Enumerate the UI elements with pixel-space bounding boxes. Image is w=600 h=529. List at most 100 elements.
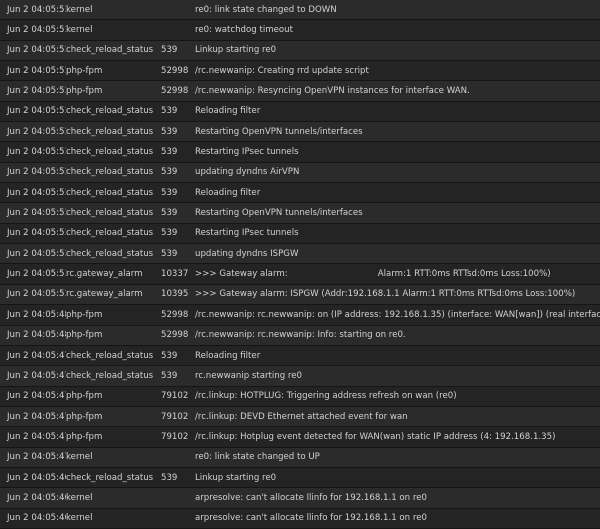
log-pid: 539	[161, 208, 178, 219]
log-time: Jun 2 04:05:46	[7, 513, 66, 524]
log-time: Jun 2 04:05:51	[7, 269, 66, 280]
log-process: php-fpm	[66, 330, 103, 341]
log-row: Jun 2 04:05:51 check_reload_status 539 R…	[0, 122, 600, 143]
log-time: Jun 2 04:05:48	[7, 330, 66, 341]
log-row: Jun 2 04:05:47 check_reload_status 539 r…	[0, 366, 600, 387]
log-pid: 539	[161, 106, 178, 117]
log-message: Restarting IPsec tunnels	[195, 228, 299, 239]
log-process: check_reload_status	[66, 106, 154, 117]
log-row: Jun 2 04:05:46 kernel arpresolve: can't …	[0, 488, 600, 509]
log-time: Jun 2 04:05:48	[7, 309, 66, 320]
log-time: Jun 2 04:05:51	[7, 167, 66, 178]
log-time: Jun 2 04:05:47	[7, 452, 66, 463]
log-message: >>> Gateway alarm: ISPGW (Addr:192.168.1…	[195, 289, 576, 300]
log-row: Jun 2 04:05:51 check_reload_status 539 R…	[0, 223, 600, 245]
log-message: Reloading filter	[195, 106, 261, 117]
log-time: Jun 2 04:05:51	[7, 4, 66, 15]
log-message: Restarting IPsec tunnels	[195, 147, 299, 158]
log-message: /rc.newwanip: rc.newwanip: on (IP addres…	[195, 309, 600, 320]
log-time: Jun 2 04:05:51	[7, 147, 66, 158]
log-process: check_reload_status	[66, 167, 154, 178]
log-process: kernel	[66, 492, 93, 503]
log-process: php-fpm	[66, 65, 103, 76]
log-time: Jun 2 04:05:51	[7, 208, 66, 219]
log-pid: 539	[161, 147, 178, 158]
log-pid: 52998	[161, 330, 189, 341]
log-message: /rc.linkup: DEVD Ethernet attached event…	[195, 411, 408, 422]
log-pid: 79102	[161, 411, 189, 422]
log-pid: 539	[161, 472, 178, 483]
log-row: Jun 2 04:05:47 check_reload_status 539 R…	[0, 345, 600, 367]
log-pid: 539	[161, 350, 178, 361]
log-pid: 539	[161, 228, 178, 239]
log-process: php-fpm	[66, 391, 103, 402]
log-process: php-fpm	[66, 431, 103, 442]
log-row: Jun 2 04:05:51 check_reload_status 539 R…	[0, 142, 600, 163]
system-log-table: Jun 2 04:05:51 kernel re0: link state ch…	[0, 0, 600, 529]
log-process: check_reload_status	[66, 208, 154, 219]
log-row: Jun 2 04:05:51 check_reload_status 539 u…	[0, 244, 600, 265]
log-process: rc.gateway_alarm	[66, 289, 143, 300]
log-time: Jun 2 04:05:47	[7, 391, 66, 402]
log-row: Jun 2 04:05:46 kernel arpresolve: can't …	[0, 508, 600, 529]
log-message: Linkup starting re0	[195, 45, 277, 56]
log-row: Jun 2 04:05:51 php-fpm 52998 /rc.newwani…	[0, 61, 600, 82]
log-pid: 539	[161, 126, 178, 137]
log-time: Jun 2 04:05:51	[7, 289, 66, 300]
log-row: Jun 2 04:05:51 php-fpm 52998 /rc.newwani…	[0, 81, 600, 102]
log-message: /rc.linkup: Hotplug event detected for W…	[195, 431, 556, 442]
log-time: Jun 2 04:05:51	[7, 25, 66, 36]
log-row: Jun 2 04:05:47 php-fpm 79102 /rc.linkup:…	[0, 427, 600, 448]
log-pid: 539	[161, 167, 178, 178]
log-row: Jun 2 04:05:47 php-fpm 79102 /rc.linkup:…	[0, 406, 600, 428]
log-pid: 52998	[161, 65, 189, 76]
log-process: check_reload_status	[66, 228, 154, 239]
log-pid: 52998	[161, 309, 189, 320]
log-time: Jun 2 04:05:47	[7, 411, 66, 422]
log-message: updating dyndns ISPGW	[195, 248, 299, 259]
log-message: Reloading filter	[195, 187, 261, 198]
log-process: check_reload_status	[66, 248, 154, 259]
log-process: php-fpm	[66, 411, 103, 422]
log-message: Linkup starting re0	[195, 472, 277, 483]
log-pid: 79102	[161, 431, 189, 442]
log-message: /rc.newwanip: rc.newwanip: Info: startin…	[195, 330, 406, 341]
log-process: php-fpm	[66, 309, 103, 320]
log-message: /rc.linkup: HOTPLUG: Triggering address …	[195, 391, 457, 402]
log-message: re0: link state changed to UP	[195, 452, 320, 463]
log-time: Jun 2 04:05:51	[7, 187, 66, 198]
log-process: check_reload_status	[66, 45, 154, 56]
log-time: Jun 2 04:05:46	[7, 492, 66, 503]
log-row: Jun 2 04:05:46 check_reload_status 539 L…	[0, 467, 600, 489]
log-row: Jun 2 04:05:51 check_reload_status 539 R…	[0, 183, 600, 204]
log-row: Jun 2 04:05:51 check_reload_status 539 R…	[0, 101, 600, 123]
log-process: kernel	[66, 513, 93, 524]
log-message: Restarting OpenVPN tunnels/interfaces	[195, 126, 363, 137]
log-time: Jun 2 04:05:47	[7, 350, 66, 361]
log-time: Jun 2 04:05:51	[7, 126, 66, 137]
log-row: Jun 2 04:05:51 kernel re0: link state ch…	[0, 0, 600, 21]
log-row: Jun 2 04:05:51 kernel re0: watchdog time…	[0, 20, 600, 41]
log-time: Jun 2 04:05:46	[7, 472, 66, 483]
log-message: Reloading filter	[195, 350, 261, 361]
log-process: php-fpm	[66, 86, 103, 97]
log-row: Jun 2 04:05:51 check_reload_status 539 u…	[0, 162, 600, 184]
log-message: re0: link state changed to DOWN	[195, 4, 337, 15]
log-message: arpresolve: can't allocate llinfo for 19…	[195, 513, 427, 524]
log-pid: 52998	[161, 86, 189, 97]
log-message: updating dyndns AirVPN	[195, 167, 300, 178]
log-time: Jun 2 04:05:51	[7, 106, 66, 117]
log-time: Jun 2 04:05:47	[7, 431, 66, 442]
log-process: check_reload_status	[66, 126, 154, 137]
log-pid: 79102	[161, 391, 189, 402]
log-time: Jun 2 04:05:51	[7, 45, 66, 56]
log-process: rc.gateway_alarm	[66, 269, 143, 280]
log-message: re0: watchdog timeout	[195, 25, 293, 36]
log-process: kernel	[66, 452, 93, 463]
log-pid: 539	[161, 248, 178, 259]
log-message: rc.newwanip starting re0	[195, 370, 303, 381]
log-time: Jun 2 04:05:51	[7, 248, 66, 259]
log-pid: 539	[161, 45, 178, 56]
log-row: Jun 2 04:05:47 php-fpm 79102 /rc.linkup:…	[0, 386, 600, 407]
log-time: Jun 2 04:05:51	[7, 65, 66, 76]
